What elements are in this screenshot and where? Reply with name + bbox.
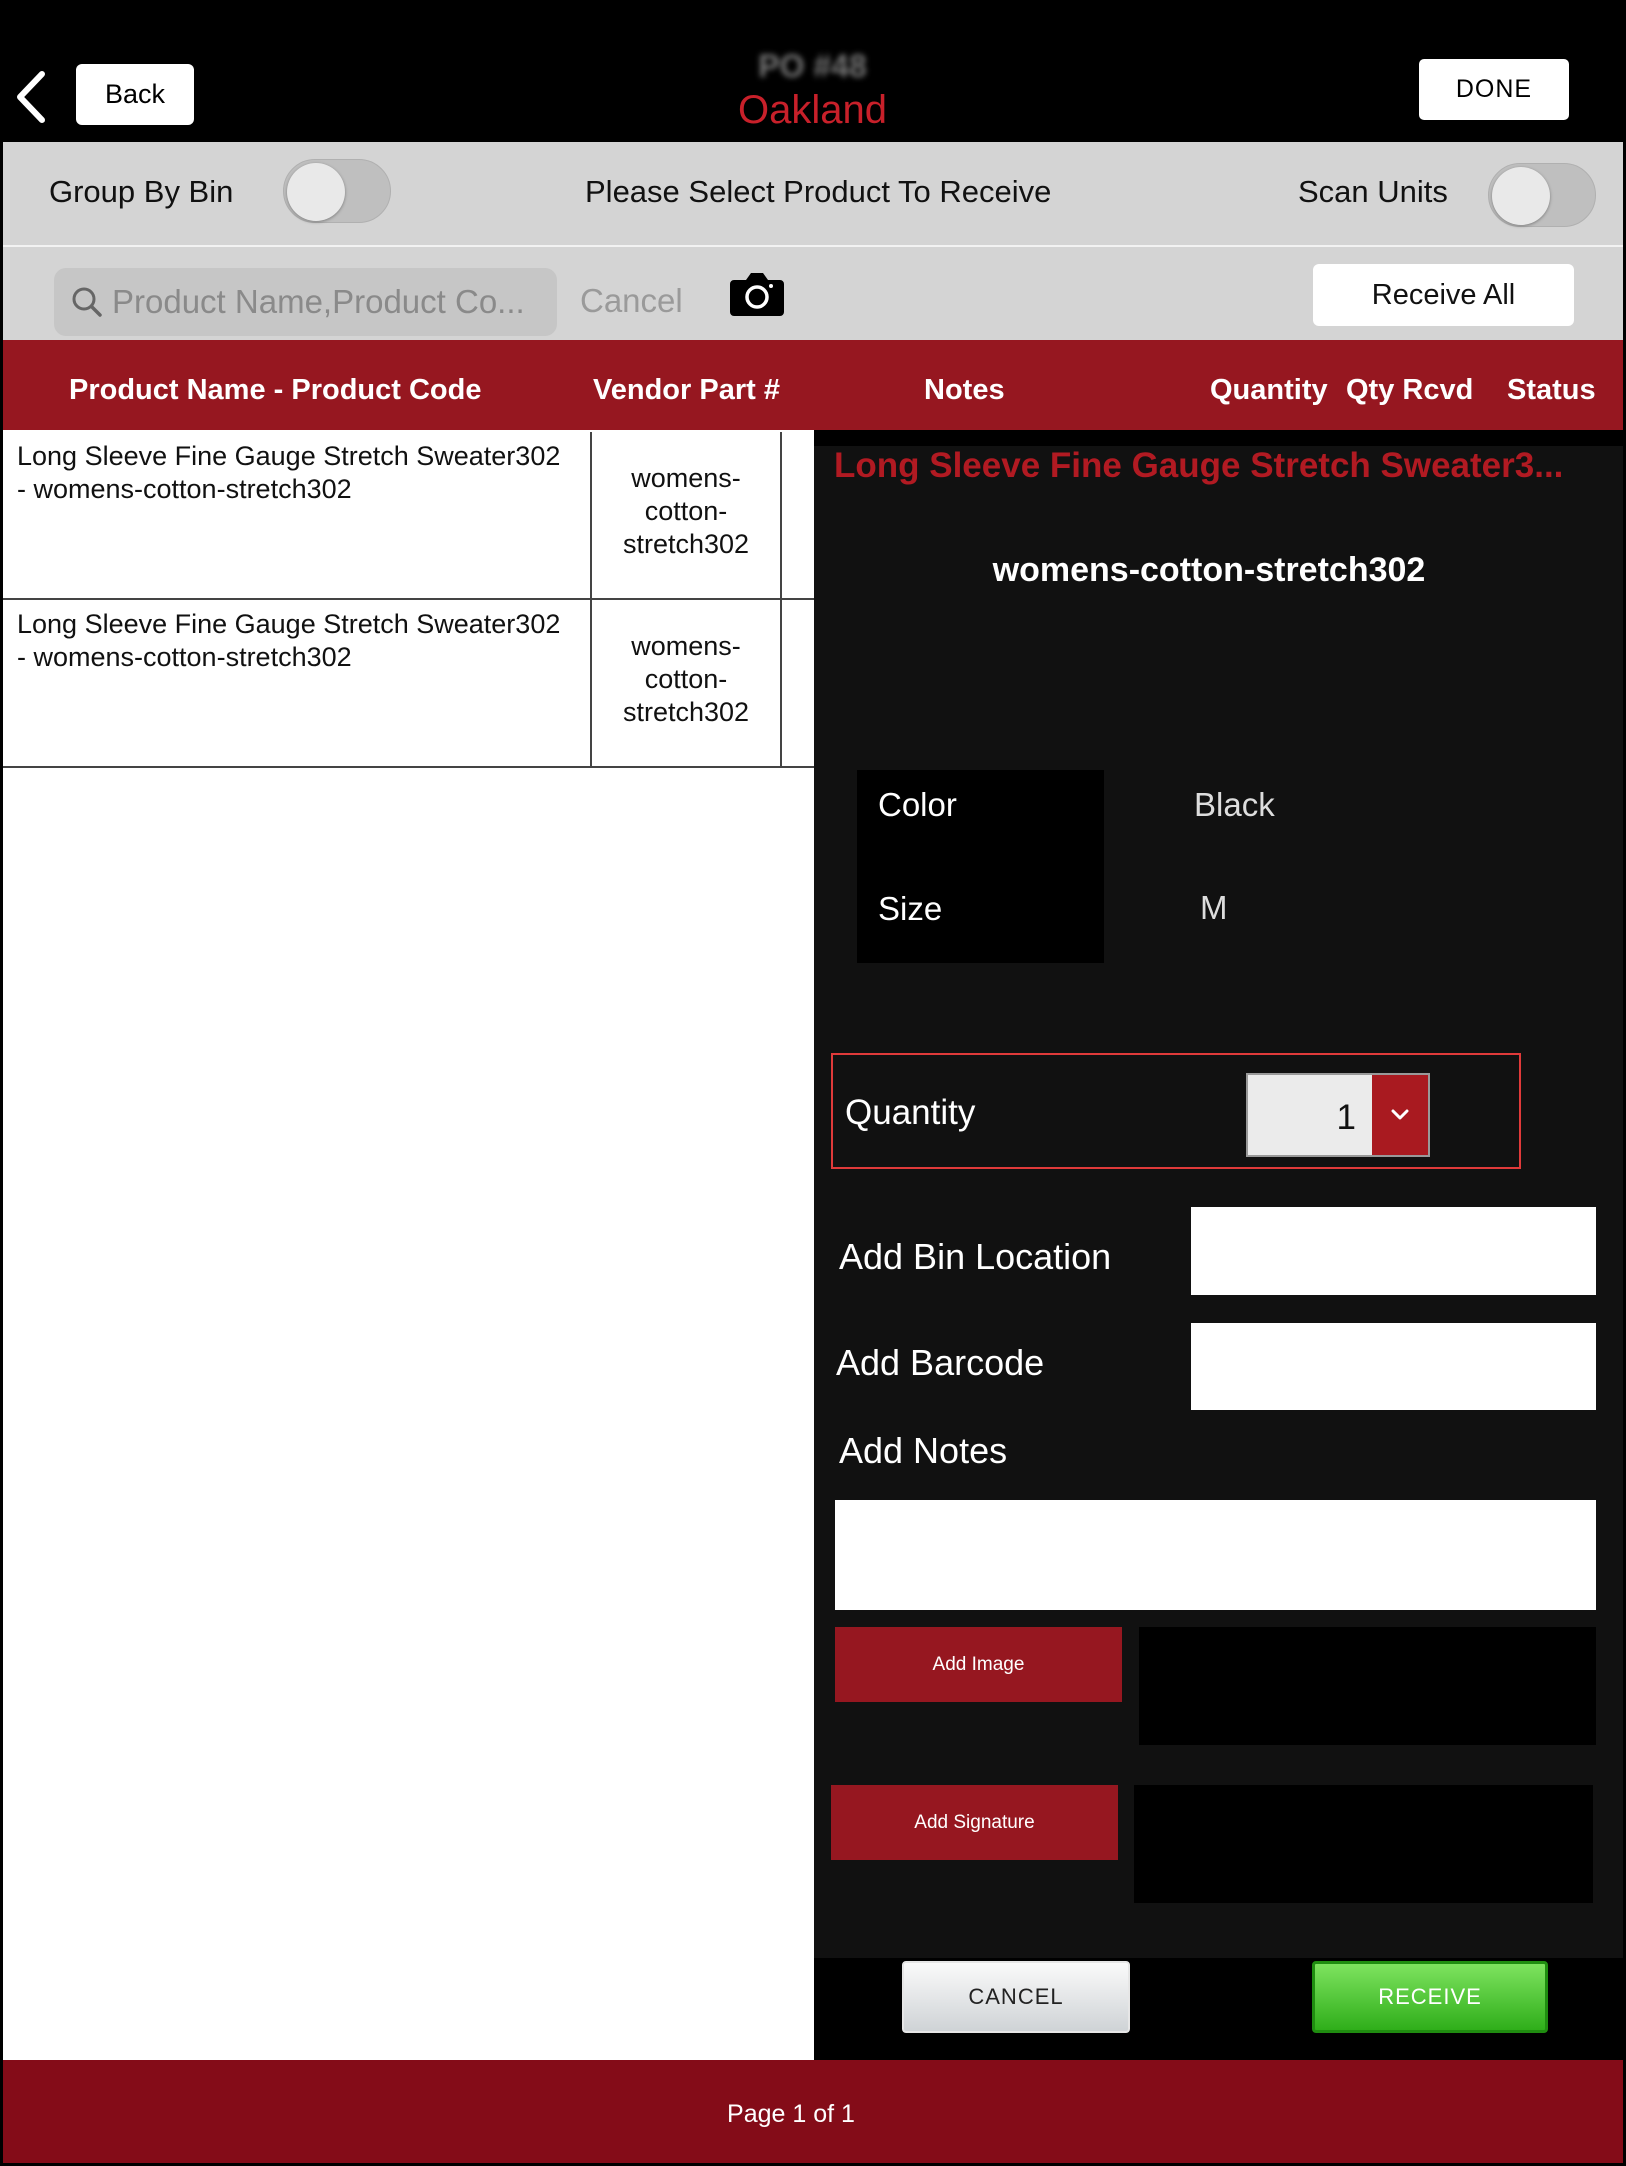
product-name-text: Long Sleeve Fine Gauge Stretch Sweater30…	[17, 609, 561, 639]
toggle-knob	[1492, 167, 1550, 225]
color-value: Black	[1194, 786, 1275, 823]
table-row[interactable]: Long Sleeve Fine Gauge Stretch Sweater30…	[3, 600, 814, 768]
cancel-button[interactable]: CANCEL	[902, 1961, 1130, 2033]
location-title: Oakland	[738, 88, 887, 132]
search-cancel-link[interactable]: Cancel	[580, 282, 683, 320]
vendor-part-text: stretch302	[622, 697, 750, 727]
group-by-bin-toggle[interactable]	[283, 159, 391, 223]
image-preview	[1139, 1627, 1596, 1745]
barcode-input[interactable]	[1191, 1323, 1596, 1410]
page-indicator: Page 1 of 1	[727, 2100, 855, 2128]
vendor-part-text: cotton-	[644, 496, 728, 526]
column-header-product-name[interactable]: Product Name - Product Code	[69, 374, 482, 407]
search-icon	[72, 287, 102, 317]
signature-preview	[1134, 1785, 1593, 1903]
detail-product-name: Long Sleeve Fine Gauge Stretch Sweater3.…	[834, 446, 1564, 485]
receive-button[interactable]: RECEIVE	[1312, 1961, 1548, 2033]
quantity-dropdown-button[interactable]	[1372, 1075, 1428, 1155]
po-number-title: PO #48	[758, 48, 867, 84]
search-bar[interactable]	[54, 268, 557, 336]
chevron-down-icon	[1391, 1109, 1409, 1120]
barcode-label: Add Barcode	[836, 1342, 1045, 1383]
product-code-text: - womens-cotton-stretch302	[17, 642, 352, 672]
toggle-knob	[287, 163, 345, 221]
column-header-notes[interactable]: Notes	[924, 374, 1005, 407]
back-button[interactable]: Back	[76, 64, 194, 125]
vendor-part-cell: womens- cotton- stretch302	[590, 432, 782, 598]
detail-product-code: womens-cotton-stretch302	[992, 551, 1426, 589]
color-label: Color	[878, 786, 957, 823]
table-row[interactable]: Long Sleeve Fine Gauge Stretch Sweater30…	[3, 432, 814, 600]
vendor-part-text: stretch302	[622, 529, 750, 559]
vendor-part-text: cotton-	[644, 664, 728, 694]
product-name-text: Long Sleeve Fine Gauge Stretch Sweater30…	[17, 441, 561, 471]
vendor-part-text: womens-	[631, 631, 741, 661]
notes-label: Add Notes	[839, 1430, 1008, 1471]
instruction-text: Please Select Product To Receive	[585, 174, 1052, 209]
column-header-qty-rcvd[interactable]: Qty Rcvd	[1346, 374, 1473, 407]
quantity-label: Quantity	[845, 1093, 976, 1132]
notes-input[interactable]	[835, 1500, 1596, 1610]
column-header-vendor-part[interactable]: Vendor Part #	[593, 374, 780, 407]
vendor-part-text: womens-	[631, 463, 741, 493]
add-image-button[interactable]: Add Image	[835, 1627, 1122, 1702]
done-button[interactable]: DONE	[1419, 59, 1569, 120]
scan-units-toggle[interactable]	[1488, 163, 1596, 227]
size-value: M	[1200, 889, 1228, 926]
product-code-text: - womens-cotton-stretch302	[17, 474, 352, 504]
product-name-cell: Long Sleeve Fine Gauge Stretch Sweater30…	[17, 608, 597, 674]
group-by-bin-label: Group By Bin	[49, 174, 234, 209]
camera-icon[interactable]	[730, 266, 784, 320]
bin-location-label: Add Bin Location	[839, 1236, 1112, 1277]
vendor-part-cell: womens- cotton- stretch302	[590, 600, 782, 766]
chevron-left-icon[interactable]	[14, 70, 50, 124]
search-input[interactable]	[110, 282, 544, 322]
add-signature-button[interactable]: Add Signature	[831, 1785, 1118, 1860]
quantity-value: 1	[1336, 1098, 1356, 1137]
size-label: Size	[878, 890, 943, 927]
column-header-quantity[interactable]: Quantity	[1210, 374, 1328, 407]
product-name-cell: Long Sleeve Fine Gauge Stretch Sweater30…	[17, 440, 597, 506]
receive-all-button[interactable]: Receive All	[1313, 264, 1574, 326]
column-header-status[interactable]: Status	[1507, 374, 1596, 407]
bin-location-input[interactable]	[1191, 1207, 1596, 1295]
scan-units-label: Scan Units	[1298, 174, 1448, 209]
